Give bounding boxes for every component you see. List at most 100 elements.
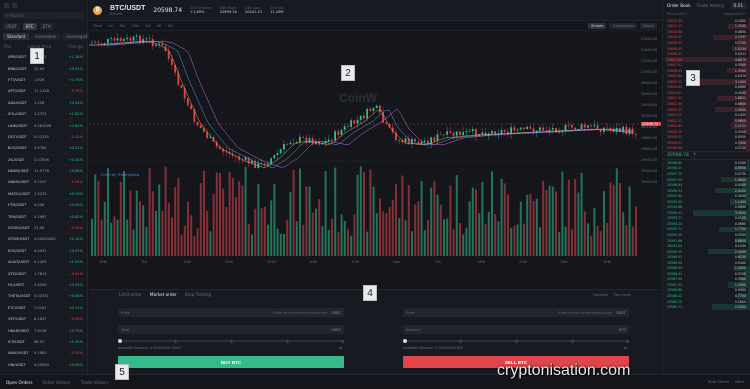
market-row[interactable]: ☆ LINK/USDT 0.061006 +2.61% <box>0 120 87 132</box>
volume-bar <box>526 194 529 256</box>
filter-usdt[interactable]: USDT <box>3 23 20 30</box>
market-row[interactable]: ☆ VET/USDT 8.1647 -0.56% <box>0 314 87 326</box>
buy-amount-slider[interactable] <box>118 338 345 344</box>
ask-row[interactable]: 20598.88 0.2100 <box>663 145 750 152</box>
transfer-icon[interactable]: ⇆ <box>624 345 627 350</box>
market-row[interactable]: ☆ APT/USDT 71.1128 -0.75% <box>0 86 87 98</box>
market-row[interactable]: ☆ FTT/USDT 1.626 +0.76% <box>0 75 87 87</box>
market-row[interactable]: ☆ UNI/USDT 0.00000 +0.06% <box>0 360 87 371</box>
market-row[interactable]: ☆ ALGO/USDT 0.1403 +1.03% <box>0 257 87 269</box>
market-row[interactable]: ☆ DOT/USDT 0.02135 -0.42% <box>0 132 87 144</box>
view-tradingview[interactable]: TradingView <box>609 22 638 29</box>
precision-select[interactable]: 0.01 <box>730 1 746 9</box>
interval-15m[interactable]: 15m <box>131 24 139 28</box>
market-row[interactable]: ☆ ICP/USDT 46.97 +1.35% <box>0 337 87 349</box>
market-row[interactable]: ☆ EOS/USDT 0.0031 +0.47% <box>0 246 87 258</box>
volume-bar <box>270 200 273 256</box>
tab-trade-history-bottom[interactable]: Trade History <box>81 380 109 385</box>
market-row[interactable]: ☆ FIL/USDT 2.4250 +0.33% <box>0 280 87 292</box>
view-depth[interactable]: Depth <box>640 22 657 29</box>
candlestick-chart[interactable]: 19th 7th 14th 21st 2022 10th 17th Nov 7th 14th 21s… <box>89 31 661 288</box>
buy-price-field[interactable]: Price Trade at the current best price US… <box>118 308 344 317</box>
volume-bar <box>190 215 193 256</box>
market-pair: ALGO/USDT <box>8 260 30 265</box>
filter-btc[interactable]: BTC <box>23 23 37 30</box>
market-row[interactable]: ☆ SOL/USDT 1.2753 +1.82% <box>0 109 87 121</box>
tab-limit-order[interactable]: Limit order <box>119 292 142 297</box>
tutorials-link[interactable]: Tutorials <box>593 293 608 297</box>
tab-stop-trading[interactable]: Stop Trading <box>185 292 211 297</box>
interval-1m[interactable]: 1m <box>108 24 114 28</box>
market-change: +0.72% <box>68 328 83 333</box>
interval-time[interactable]: Time <box>93 24 102 28</box>
volume-bar <box>513 225 516 256</box>
market-row[interactable]: ☆ FTM/USDT 0.008 +0.05% <box>0 200 87 212</box>
candle-body <box>155 44 157 46</box>
market-pair: HBAR/USDT <box>8 328 30 333</box>
market-row[interactable]: ☆ ANKR/USDT 0.2207 -1.04% <box>0 177 87 189</box>
interval-1h[interactable]: 1H <box>145 24 150 28</box>
tab-innovation[interactable]: Innovation <box>31 33 61 40</box>
interval-5m[interactable]: 5m <box>120 24 126 28</box>
market-row[interactable]: ☆ THETA/USDT 0.02351 +0.88% <box>0 291 87 303</box>
book-price: 20590.55 <box>667 249 683 254</box>
volume-bar <box>420 180 423 256</box>
market-row[interactable]: ☆ XTZ/USDT 1.7613 -0.61% <box>0 268 87 280</box>
tab-standard[interactable]: Standard <box>3 33 30 40</box>
bid-row[interactable]: 20585.11 2.2000 <box>663 304 750 310</box>
slider-handle[interactable] <box>118 339 122 343</box>
sell-price-field[interactable]: Price Trade at the current best price US… <box>403 308 629 317</box>
more-link[interactable]: More <box>735 380 744 384</box>
sell-amount-field[interactable]: Amount BTC <box>403 325 629 334</box>
volume-bar <box>439 204 442 256</box>
candle-body <box>260 162 263 164</box>
callout-marker-1: 1 <box>30 48 44 64</box>
market-row[interactable]: ☆ ETC/USDT 7.0161 +0.11% <box>0 303 87 314</box>
tab-open-orders[interactable]: Open Orders <box>6 380 33 385</box>
buy-total-field[interactable]: Total USDT <box>118 325 344 334</box>
market-row[interactable]: ☆ DOGE/USDT 21.06 -0.29% <box>0 223 87 235</box>
price-chart[interactable]: Time 1m 5m 15m 1H 4H 1D Simple TradingVi… <box>89 21 661 288</box>
view-simple[interactable]: Simple <box>588 22 607 29</box>
candle-body <box>276 153 279 156</box>
tab-market-order[interactable]: Market order <box>150 292 177 297</box>
market-row[interactable]: ☆ BNB/USDT 15.84 +0.91% <box>0 63 87 75</box>
hide-others-toggle[interactable]: Hide Others <box>708 380 729 384</box>
market-row[interactable]: ☆ HBAR/USDT 7.8138 +0.72% <box>0 325 87 337</box>
market-row[interactable]: ☆ NEAR/USDT 11.5776 +0.88% <box>0 166 87 178</box>
filter-eth[interactable]: ETH <box>39 23 54 30</box>
col-change[interactable]: Change <box>68 44 83 49</box>
market-change: +0.62% <box>68 214 83 219</box>
volume-bar <box>561 171 564 256</box>
market-row[interactable]: ☆ ADA/USDT 1.126 +0.54% <box>0 98 87 109</box>
market-row[interactable]: ☆ AAVE/USDT 0.1883 -0.22% <box>0 348 87 360</box>
volume-bar <box>350 235 353 256</box>
transfer-icon[interactable]: ⇆ <box>339 345 342 350</box>
volume-bar <box>497 221 500 256</box>
candle-body <box>449 131 452 133</box>
sell-amount-slider[interactable] <box>403 338 630 344</box>
tab-leveraged[interactable]: Leveraged <box>62 33 92 40</box>
tab-order-book[interactable]: Order Book <box>667 3 691 8</box>
volume-bar <box>356 174 359 256</box>
pair-symbol[interactable]: BTC/USDT <box>110 5 145 12</box>
chart-attribution[interactable]: Chart by TradingView <box>101 173 139 177</box>
market-row[interactable]: ☆ ZIL/USDT 2.07056 +0.34% <box>0 155 87 166</box>
market-row[interactable]: ☆ MATIC/USDT 1.3233 +0.19% <box>0 189 87 201</box>
slider-handle[interactable] <box>403 339 407 343</box>
market-row[interactable]: ☆ ATOM/USDT 0.00000000 +2.14% <box>0 234 87 246</box>
interval-4h[interactable]: 4H <box>156 24 161 28</box>
fee-level-link[interactable]: Fee Level <box>614 293 631 297</box>
market-row[interactable]: ☆ BCH/USDT 4.9764 +0.21% <box>0 143 87 155</box>
tab-order-history[interactable]: Order History <box>43 380 71 385</box>
book-amount: 0.0730 <box>734 171 746 176</box>
pair-search-input[interactable]: ⚲ Search <box>3 12 84 19</box>
tab-trade-history[interactable]: Trade History <box>697 3 725 8</box>
market-row[interactable]: ☆ TRX/USDT 0.2987 +0.62% <box>0 211 87 223</box>
volume-bar <box>385 212 388 256</box>
book-amount: 2.0000 <box>734 107 746 112</box>
buy-button[interactable]: BUY BTC <box>118 356 344 368</box>
col-pair[interactable]: Pair <box>4 44 11 49</box>
book-price: 20605.80 <box>667 74 683 79</box>
interval-1d[interactable]: 1D <box>167 24 172 28</box>
